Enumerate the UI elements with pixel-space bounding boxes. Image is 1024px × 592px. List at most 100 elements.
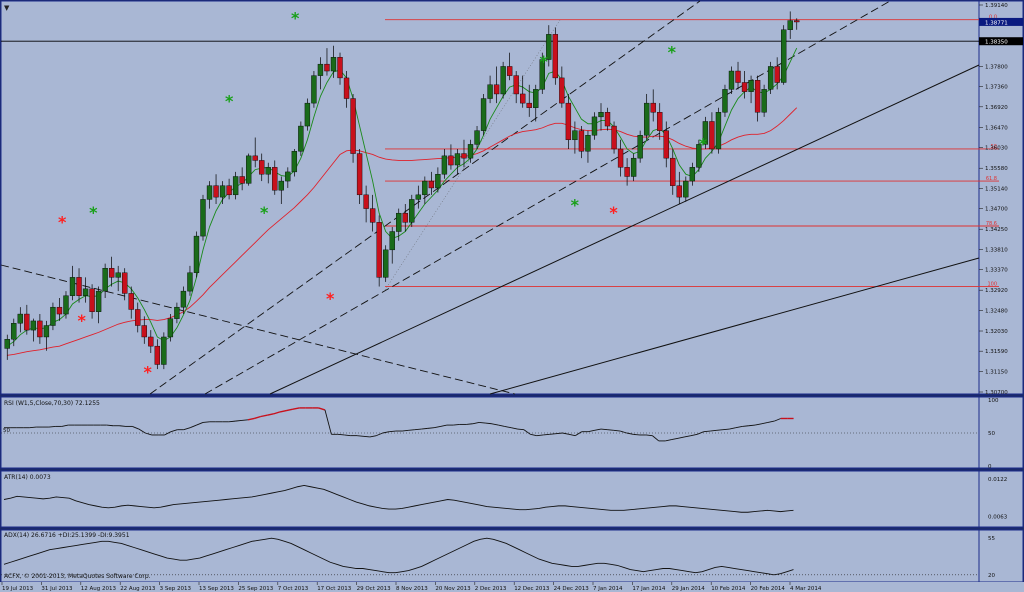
bearish-candle-body [56, 306, 63, 315]
date-tick-label: 2 Dec 2013 [475, 586, 507, 592]
candle [161, 332, 167, 370]
bearish-candle-body [363, 194, 369, 209]
bearish-candle-body [506, 66, 513, 76]
price-tick-label: 1.36470 [985, 125, 1008, 131]
atr-tick-label: 0.0122 [988, 477, 1007, 483]
date-tick-label: 4 Mar 2014 [790, 586, 822, 592]
bullish-candle-body [383, 249, 389, 278]
collapse-arrow-icon[interactable]: ▼ [4, 4, 10, 12]
bullish-candle-body [317, 63, 324, 76]
bearish-candle-body [259, 160, 265, 175]
date-tick-label: 24 Dec 2013 [554, 586, 590, 592]
bearish-candle-body [148, 336, 154, 347]
bullish-candle-body [17, 313, 23, 324]
star-marker: * [326, 289, 335, 308]
bullish-candle-body [82, 288, 89, 296]
candle [500, 61, 506, 99]
bullish-candle-body [435, 173, 441, 189]
bearish-candle-body [663, 130, 669, 159]
bearish-candle-body [617, 148, 624, 168]
bearish-candle-body [604, 112, 611, 127]
rsi-tick-label: 0 [988, 464, 992, 470]
bullish-candle-body [193, 235, 200, 273]
price-pane: ▼ 0.05061.878.6100* ********* *** 1.391401… [0, 0, 1024, 396]
bullish-candle-body [167, 318, 174, 338]
adx-tick-label: 20 [988, 573, 995, 579]
bullish-candle-body [4, 339, 10, 349]
bullish-candle-body [180, 290, 187, 308]
date-tick-label: 19 Jul 2013 [2, 586, 34, 592]
price-tick-label: 1.34250 [985, 227, 1008, 233]
bearish-candle-body [754, 79, 761, 113]
bearish-candle-body [402, 212, 408, 223]
bearish-candle-body [350, 98, 356, 154]
adx-label: ADX(14) 26.6716 +DI:25.1399 -DI:9.3951 [4, 532, 130, 539]
bullish-candle-body [467, 144, 474, 159]
atr-pane: ATR(14) 0.0073 0.0122 0.0063 [0, 470, 1024, 528]
bullish-candle-body [500, 66, 506, 95]
bearish-candle-body [559, 77, 565, 104]
bullish-candle-body [232, 176, 239, 196]
price-tick-label: 1.32480 [985, 308, 1008, 314]
price-tick-label: 1.37360 [985, 85, 1008, 91]
bearish-candle-body [448, 155, 454, 166]
candle [722, 84, 728, 117]
bearish-candle-body [513, 75, 519, 95]
bullish-candle-body [311, 75, 317, 104]
hline-price-label: 1.38350 [985, 40, 1008, 46]
price-tick-label: 1.32920 [985, 288, 1008, 294]
bullish-candle-body [643, 102, 650, 136]
bearish-candle-body [376, 222, 382, 278]
bearish-candle-body [670, 157, 676, 186]
bullish-candle-body [767, 66, 774, 90]
date-tick-label: 25 Sep 2013 [238, 586, 273, 592]
bullish-candle-body [533, 89, 539, 108]
date-tick-label: 10 Feb 2014 [711, 586, 746, 592]
bullish-candle-body [102, 267, 108, 292]
bearish-candle-body [128, 293, 134, 310]
bearish-candle-body [611, 125, 617, 150]
bullish-candle-body [11, 323, 17, 340]
bullish-candle-body [285, 171, 291, 182]
fib-level-label: 78.6 [986, 221, 997, 227]
bullish-candle-body [474, 130, 480, 145]
date-tick-label: 20 Nov 2013 [435, 586, 471, 592]
candle [350, 93, 356, 163]
price-tick-label: 1.37800 [985, 64, 1008, 70]
star-marker: * [609, 203, 618, 222]
bullish-candle-body [69, 277, 76, 296]
bullish-candle-body [728, 70, 735, 90]
candle [480, 93, 487, 136]
date-tick-label: 7 Oct 2013 [278, 586, 309, 592]
star-marker: * [77, 311, 86, 330]
star-marker: * [225, 91, 234, 110]
star-marker: * [540, 52, 549, 71]
price-tick-label: 1.33370 [985, 268, 1008, 274]
bullish-candle-body [637, 135, 643, 159]
candle [304, 98, 311, 131]
bearish-candle-body [89, 288, 95, 312]
bullish-candle-body [50, 306, 56, 326]
atr-pane-background [0, 470, 980, 528]
bullish-candle-body [415, 194, 421, 200]
bullish-candle-body [748, 79, 754, 92]
bearish-candle-body [428, 180, 435, 189]
bullish-candle-body [187, 272, 193, 292]
bearish-candle-body [520, 93, 526, 104]
bullish-candle-body [722, 89, 728, 113]
bearish-candle-body [356, 153, 363, 196]
price-pane-background [0, 0, 980, 395]
rsi-level-label: 50 [3, 428, 10, 434]
rsi-pane: RSI (W1,5,Close,70,30) 72.1255 50 100 50 0 [0, 396, 1024, 470]
trading-chart: ▼ 0.05061.878.6100* ********* *** 1.391401… [0, 0, 1024, 592]
fib-level-label: 61.8 [986, 176, 997, 182]
bearish-candle-body [37, 320, 43, 338]
rsi-axis-background [978, 396, 1024, 469]
bullish-candle-body [480, 98, 487, 131]
bullish-candle-body [781, 29, 787, 83]
date-tick-label: 22 Aug 2013 [120, 586, 156, 592]
price-tick-label: 1.33810 [985, 247, 1008, 253]
bullish-candle-body [161, 336, 167, 365]
bearish-candle-body [709, 121, 715, 150]
bearish-candle-body [565, 102, 572, 141]
